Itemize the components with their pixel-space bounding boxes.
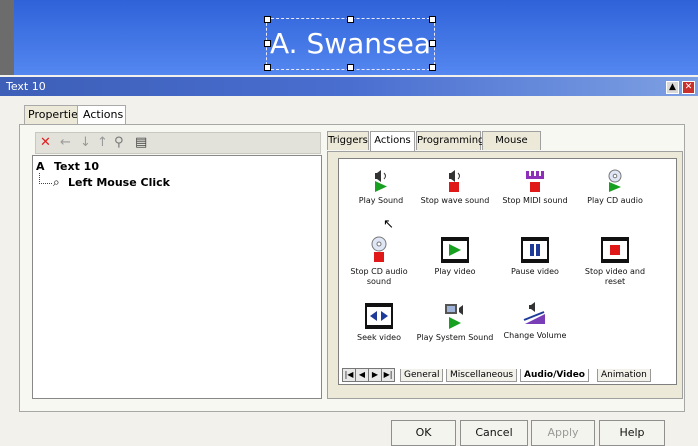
action-item[interactable]: Change Volume (495, 302, 575, 341)
tab-actions-right[interactable]: Actions (370, 131, 415, 151)
action-label: Stop wave sound (420, 196, 490, 205)
resize-handle[interactable] (429, 16, 436, 23)
action-label: Stop CD audio sound (350, 267, 408, 286)
cancel-button[interactable]: Cancel (460, 420, 528, 446)
category-tabs: |◀ ◀ ▶ ▶| General Miscellaneous Audio/Vi… (342, 367, 667, 383)
action-list: Play Sound Stop wave sound Stop MIDI sou… (338, 158, 677, 385)
volume-icon (523, 302, 545, 324)
tab-programming-label: Programming (417, 135, 485, 146)
printer-icon[interactable]: ▤ (135, 135, 147, 150)
tab-programming[interactable]: Programming (416, 131, 485, 150)
cd-play-icon (608, 169, 622, 192)
text-object-icon: A (36, 160, 45, 173)
tab-actions[interactable]: Actions (77, 105, 126, 125)
cancel-button-label: Cancel (475, 426, 513, 439)
action-label: Play System Sound (416, 333, 494, 342)
action-label: Play CD audio (587, 196, 643, 205)
resize-handle[interactable] (347, 16, 354, 23)
action-item[interactable]: Stop video and reset (575, 236, 655, 287)
video-seek-icon (365, 303, 393, 329)
action-item[interactable]: Play System Sound (415, 302, 495, 343)
window-title: Text 10 (6, 80, 46, 93)
action-label: Stop video and reset (584, 267, 646, 286)
action-label: Stop MIDI sound (502, 196, 568, 205)
action-tree: A Text 10 ⌕ Left Mouse Click (32, 155, 322, 399)
action-item[interactable]: Play Sound (341, 169, 421, 206)
cd-stop-icon (371, 236, 387, 262)
tab-miscellaneous-label: Miscellaneous (450, 370, 514, 380)
tab-mouse-click[interactable]: Mouse Click (482, 131, 541, 164)
resize-handle[interactable] (429, 64, 436, 71)
video-pause-icon (521, 237, 549, 263)
tab-miscellaneous[interactable]: Miscellaneous (446, 369, 518, 382)
canvas-left-margin (0, 0, 14, 75)
resize-handle[interactable] (264, 16, 271, 23)
first-page-icon[interactable]: |◀ (342, 368, 356, 382)
tab-properties-label: Properties (28, 108, 84, 121)
video-play-icon (441, 237, 469, 263)
tab-animation[interactable]: Animation (597, 369, 651, 382)
action-item[interactable]: Stop CD audio sound (339, 236, 419, 287)
window-titlebar: Text 10 (0, 77, 698, 96)
action-label: Change Volume (503, 331, 567, 340)
resize-handle[interactable] (429, 40, 436, 47)
delete-icon[interactable]: ✕ (40, 135, 51, 150)
help-button-label: Help (619, 426, 645, 439)
tree-child[interactable]: Left Mouse Click (68, 176, 170, 189)
system-sound-icon (445, 304, 463, 329)
arrow-up-icon[interactable]: ↑ (97, 135, 108, 150)
person-icon[interactable]: ⚲ (114, 135, 124, 150)
resize-handle[interactable] (264, 40, 271, 47)
next-page-icon[interactable]: ▶ (368, 368, 382, 382)
selected-text-object[interactable]: A. Swansea (266, 18, 435, 70)
apply-button[interactable]: Apply (531, 420, 595, 446)
action-item[interactable]: Stop MIDI sound (495, 169, 575, 206)
close-icon[interactable]: ✕ (682, 81, 695, 94)
resize-handle[interactable] (347, 64, 354, 71)
resize-handle[interactable] (264, 64, 271, 71)
action-item[interactable]: Play video (415, 236, 495, 277)
action-label: Play video (434, 267, 476, 276)
tab-general[interactable]: General (400, 369, 444, 382)
action-label: Seek video (357, 333, 401, 342)
action-item[interactable]: Seek video (339, 302, 419, 343)
stop-midi-sound-icon (526, 171, 544, 192)
last-page-icon[interactable]: ▶| (381, 368, 395, 382)
tab-triggers-label: Triggers (328, 135, 368, 146)
tab-audio-video[interactable]: Audio/Video (520, 369, 589, 382)
ok-button[interactable]: OK (391, 420, 456, 446)
canvas-area: A. Swansea (0, 0, 698, 75)
action-toolbar: ✕ ← ↓ ↑ ⚲ ▤ (35, 132, 321, 154)
play-sound-icon (375, 170, 387, 192)
apply-button-label: Apply (547, 426, 579, 439)
tab-triggers[interactable]: Triggers (327, 131, 369, 150)
minimize-icon[interactable]: ▲ (666, 81, 679, 94)
prev-page-icon[interactable]: ◀ (355, 368, 369, 382)
mouse-cursor-icon: ↖ (383, 217, 394, 232)
tab-general-label: General (404, 370, 440, 380)
tab-animation-label: Animation (601, 370, 647, 380)
stop-wave-sound-icon (449, 170, 460, 192)
help-button[interactable]: Help (599, 420, 665, 446)
tab-actions-right-label: Actions (374, 135, 411, 146)
arrow-left-icon[interactable]: ← (60, 135, 71, 150)
arrow-down-icon[interactable]: ↓ (80, 135, 91, 150)
tab-audio-video-label: Audio/Video (524, 370, 585, 380)
mouse-click-icon: ⌕ (53, 175, 60, 189)
action-label: Pause video (511, 267, 559, 276)
tree-connector (39, 173, 52, 184)
action-item[interactable]: Pause video (495, 236, 575, 277)
ok-button-label: OK (415, 426, 432, 439)
action-item[interactable]: Play CD audio (575, 169, 655, 206)
action-label: Play Sound (358, 196, 404, 205)
tab-actions-label: Actions (83, 108, 124, 121)
video-stop-icon (601, 237, 629, 263)
action-item[interactable]: Stop wave sound (415, 169, 495, 206)
tab-properties[interactable]: Properties (24, 105, 84, 124)
tree-root[interactable]: Text 10 (54, 160, 99, 173)
